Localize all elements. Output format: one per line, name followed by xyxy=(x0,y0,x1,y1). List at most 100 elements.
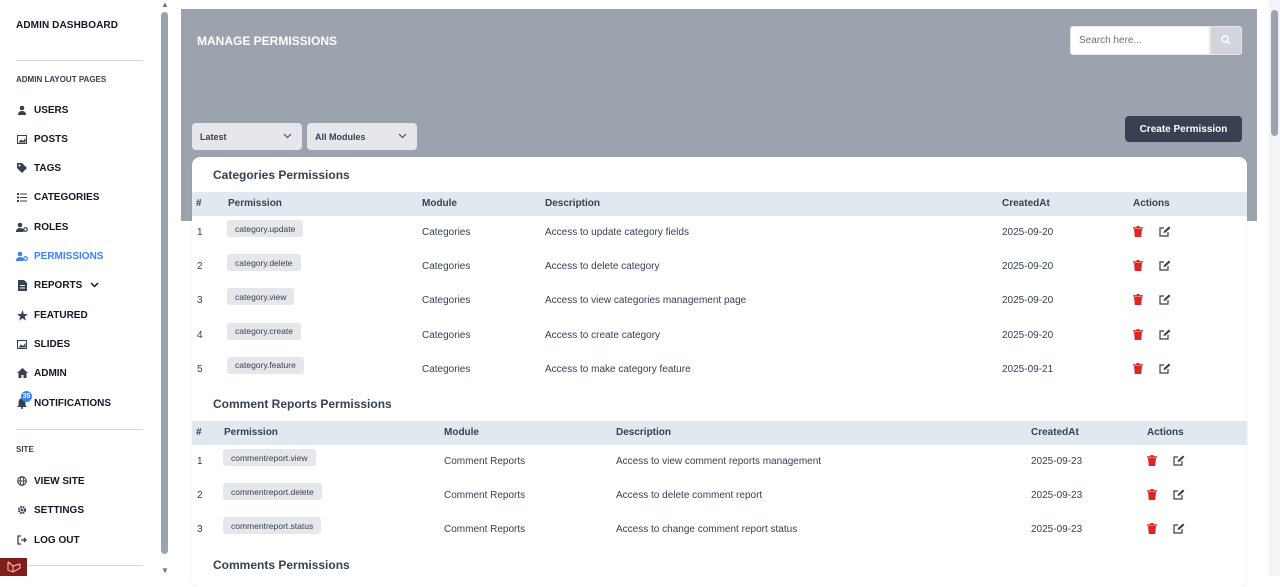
module-cell: Categories xyxy=(422,261,471,273)
column-header-description: Description xyxy=(616,427,672,438)
module-cell: Categories xyxy=(422,363,471,375)
sidebar-item-featured[interactable]: FEATURED xyxy=(16,307,88,323)
star-icon xyxy=(16,309,28,321)
sidebar-item-label: TAGS xyxy=(34,162,62,174)
sidebar-item-roles[interactable]: ROLES xyxy=(16,219,68,235)
created-at-cell: 2025-09-23 xyxy=(1031,524,1083,535)
sidebar-item-label: REPORTS xyxy=(34,279,83,291)
laravel-logo-icon xyxy=(0,558,27,576)
edit-button[interactable] xyxy=(1158,294,1172,308)
sidebar-item-logout[interactable]: LOG OUT xyxy=(16,532,80,548)
sidebar-item-label: CATEGORIES xyxy=(34,191,100,203)
delete-button[interactable] xyxy=(1131,328,1145,343)
created-at-cell: 2025-09-20 xyxy=(1002,329,1054,341)
edit-button[interactable] xyxy=(1172,523,1186,537)
sidebar-item-settings[interactable]: SETTINGS xyxy=(16,502,84,518)
edit-button[interactable] xyxy=(1158,260,1172,274)
row-number: 3 xyxy=(197,295,203,307)
sidebar-item-label: ADMIN xyxy=(34,367,67,379)
created-at-cell: 2025-09-20 xyxy=(1002,295,1054,307)
sidebar-scroll-thumb[interactable] xyxy=(161,12,168,554)
edit-icon xyxy=(1159,292,1171,310)
row-number: 1 xyxy=(197,227,203,238)
description-cell: Access to update category fields xyxy=(545,227,689,238)
delete-button[interactable] xyxy=(1131,226,1145,240)
sidebar-item-posts[interactable]: POSTS xyxy=(16,131,68,147)
sidebar-item-reports[interactable]: REPORTS xyxy=(16,277,99,293)
search-bar xyxy=(1070,26,1242,55)
create-permission-button[interactable]: Create Permission xyxy=(1125,116,1242,142)
delete-button[interactable] xyxy=(1145,455,1159,469)
scroll-up-arrow[interactable]: ▲ xyxy=(160,0,170,9)
column-header-description: Description xyxy=(545,198,601,209)
search-icon xyxy=(1221,32,1231,50)
permission-pill: category.create xyxy=(227,322,301,340)
trash-icon xyxy=(1133,224,1143,242)
sidebar-item-label: SLIDES xyxy=(34,338,71,350)
edit-button[interactable] xyxy=(1158,363,1172,377)
sidebar-item-tags[interactable]: TAGS xyxy=(16,160,61,176)
image-icon xyxy=(16,338,28,350)
sidebar-item-label: USERS xyxy=(34,104,69,116)
sort-select[interactable]: Latest xyxy=(192,123,302,150)
column-header-module: Module xyxy=(422,198,457,209)
edit-button[interactable] xyxy=(1172,455,1186,469)
edit-icon xyxy=(1173,487,1185,505)
sidebar-item-notifications[interactable]: 35 NOTIFICATIONS xyxy=(16,391,112,411)
section-title: Comment Reports Permissions xyxy=(213,397,392,411)
sidebar-section-layout: ADMIN LAYOUT PAGES xyxy=(16,75,107,84)
row-number: 3 xyxy=(197,524,203,535)
sidebar-section-site: SITE xyxy=(16,445,34,454)
chevron-down-icon xyxy=(398,131,407,141)
description-cell: Access to create category xyxy=(545,329,661,341)
module-cell: Comment Reports xyxy=(444,524,526,535)
module-select-value: All Modules xyxy=(315,131,366,142)
sidebar-item-label: NOTIFICATIONS xyxy=(34,397,112,409)
sidebar-item-categories[interactable]: CATEGORIES xyxy=(16,189,99,205)
permission-pill: category.delete xyxy=(227,254,301,272)
section-title: Categories Permissions xyxy=(213,168,350,182)
chevron-down-icon xyxy=(283,131,292,141)
delete-button[interactable] xyxy=(1131,362,1145,377)
sidebar-item-admin[interactable]: ADMIN xyxy=(16,365,67,381)
delete-button[interactable] xyxy=(1131,260,1145,274)
sidebar-scrollbar[interactable]: ▲ ▼ xyxy=(160,0,170,576)
sidebar-item-permissions[interactable]: PERMISSIONS xyxy=(16,248,103,264)
description-cell: Access to change comment report status xyxy=(616,524,798,535)
sidebar-brand[interactable]: ADMIN DASHBOARD xyxy=(16,20,118,31)
search-button[interactable] xyxy=(1210,26,1242,55)
created-at-cell: 2025-09-23 xyxy=(1031,490,1083,501)
sidebar-item-label: LOG OUT xyxy=(34,534,80,546)
row-number: 5 xyxy=(197,363,203,375)
sidebar-item-label: VIEW SITE xyxy=(34,475,85,487)
row-number: 2 xyxy=(197,261,203,273)
sidebar-item-slides[interactable]: SLIDES xyxy=(16,336,70,352)
sidebar-item-users[interactable]: USERS xyxy=(16,102,68,118)
delete-button[interactable] xyxy=(1145,489,1159,503)
trash-icon xyxy=(1133,258,1143,276)
trash-icon xyxy=(1147,521,1157,539)
edit-button[interactable] xyxy=(1158,329,1172,343)
edit-button[interactable] xyxy=(1172,489,1186,503)
page-scrollbar[interactable] xyxy=(1269,0,1280,576)
description-cell: Access to make category feature xyxy=(545,363,691,375)
page-scroll-thumb[interactable] xyxy=(1271,10,1278,136)
permission-pill: category.feature xyxy=(227,356,304,374)
sidebar-item-view-site[interactable]: VIEW SITE xyxy=(16,473,85,489)
edit-button[interactable] xyxy=(1158,226,1172,240)
module-cell: Comment Reports xyxy=(444,490,526,501)
column-header-module: Module xyxy=(444,427,479,438)
module-cell: Categories xyxy=(422,329,471,341)
delete-button[interactable] xyxy=(1131,294,1145,308)
column-header-permission: Permission xyxy=(224,427,278,438)
search-input[interactable] xyxy=(1070,26,1210,55)
row-number: 2 xyxy=(197,490,203,501)
delete-button[interactable] xyxy=(1145,523,1159,537)
scroll-down-arrow[interactable]: ▼ xyxy=(160,566,170,575)
module-select[interactable]: All Modules xyxy=(307,123,417,150)
created-at-cell: 2025-09-23 xyxy=(1031,456,1083,467)
created-at-cell: 2025-09-21 xyxy=(1002,363,1054,375)
user-icon xyxy=(16,104,28,116)
logout-icon xyxy=(16,534,28,546)
column-header-num: # xyxy=(196,198,202,209)
